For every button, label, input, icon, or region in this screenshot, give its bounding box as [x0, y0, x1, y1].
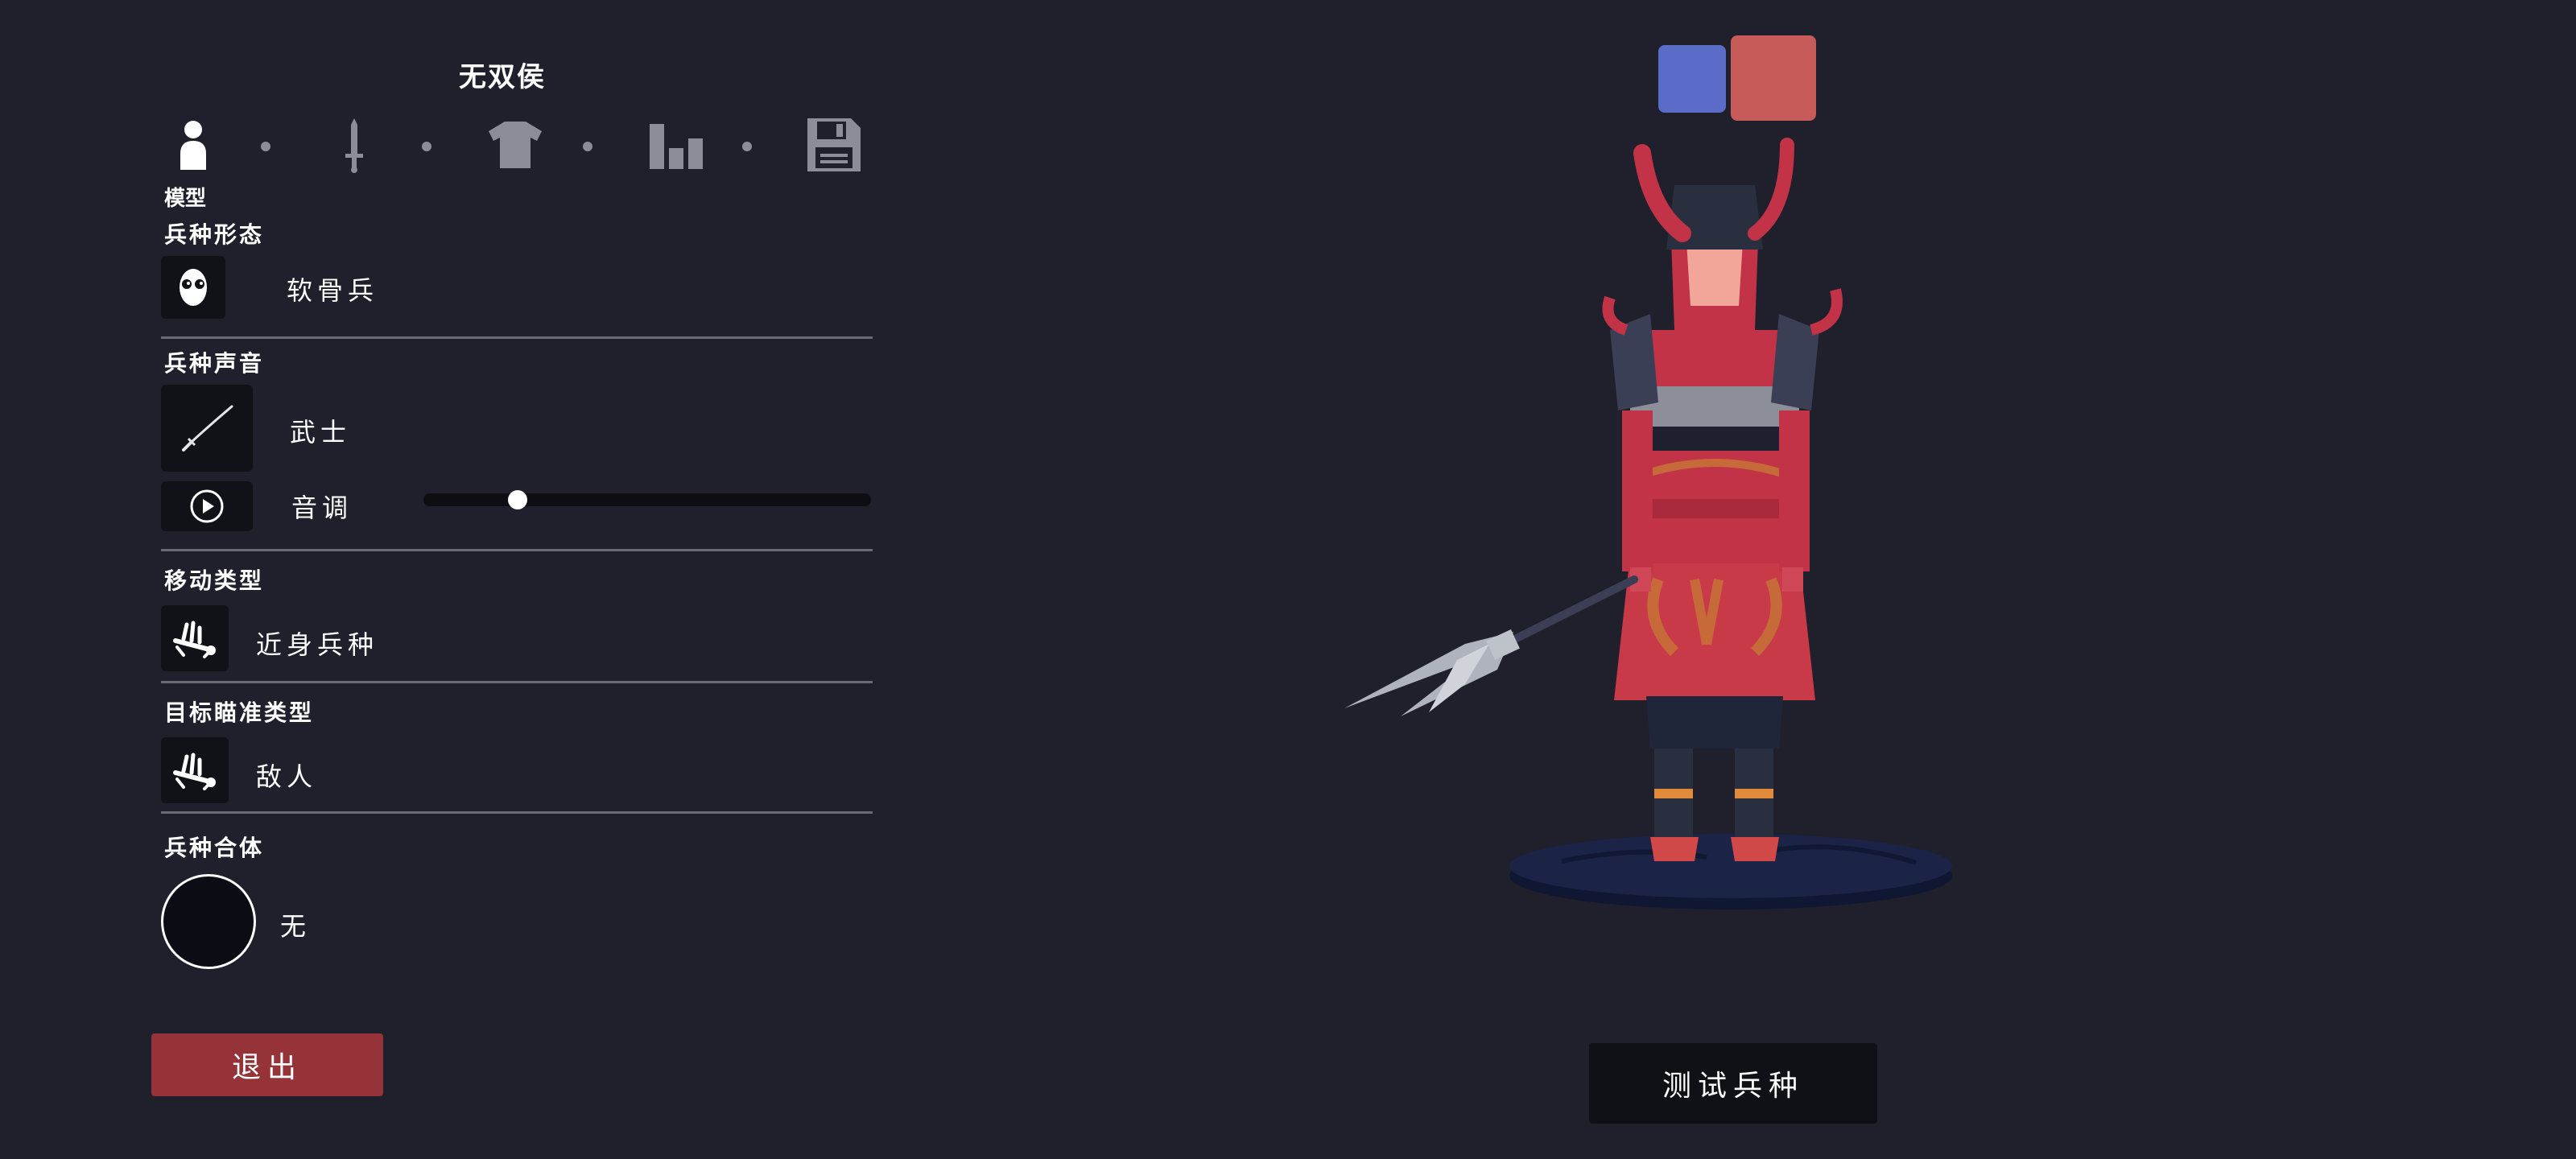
- active-tab-label: 模型: [164, 187, 207, 211]
- tab-separator-dot: [261, 142, 270, 151]
- combine-slot-button[interactable]: [161, 874, 256, 969]
- movement-value[interactable]: 近身兵种: [256, 625, 378, 662]
- movement-icon-button[interactable]: [161, 605, 229, 671]
- tab-separator-dot: [742, 142, 752, 151]
- tab-save[interactable]: [802, 113, 866, 177]
- pitch-slider[interactable]: [423, 493, 871, 506]
- melee-unit-icon: [173, 753, 216, 790]
- mask-face-icon: [180, 269, 207, 306]
- section-divider: [161, 549, 873, 551]
- section-title-targeting: 目标瞄准类型: [164, 699, 315, 726]
- section-divider: [161, 811, 873, 814]
- play-icon: [190, 489, 224, 523]
- pitch-label: 音调: [291, 493, 353, 523]
- form-icon-button[interactable]: [161, 256, 225, 319]
- section-divider: [161, 336, 873, 339]
- tab-separator-dot: [422, 142, 431, 151]
- tab-separator-dot: [583, 142, 592, 151]
- voice-icon-button[interactable]: [161, 385, 253, 472]
- voice-value[interactable]: 武士: [290, 412, 351, 449]
- team-red-swatch[interactable]: [1731, 35, 1816, 121]
- tab-model[interactable]: [161, 113, 225, 177]
- targeting-icon-button[interactable]: [161, 737, 229, 803]
- section-title-voice: 兵种声音: [164, 350, 265, 377]
- test-unit-button[interactable]: 测试兵种: [1589, 1043, 1877, 1124]
- floppy-disk-icon: [807, 118, 861, 171]
- section-title-combine: 兵种合体: [164, 835, 265, 861]
- melee-unit-icon: [173, 621, 216, 658]
- tab-weapons[interactable]: [322, 113, 386, 177]
- pitch-slider-thumb[interactable]: [507, 490, 527, 509]
- team-blue-swatch[interactable]: [1658, 45, 1726, 113]
- unit-preview-model[interactable]: [1224, 129, 1996, 934]
- section-divider: [161, 681, 873, 683]
- bar-chart-icon: [650, 124, 703, 169]
- tab-stats[interactable]: [644, 113, 708, 177]
- exit-button[interactable]: 退出: [151, 1033, 383, 1096]
- section-title-movement: 移动类型: [164, 567, 265, 594]
- targeting-value[interactable]: 敌人: [256, 757, 317, 794]
- katana-icon: [182, 405, 233, 452]
- form-value[interactable]: 软骨兵: [287, 270, 378, 307]
- unit-name-title: 无双侯: [459, 61, 546, 93]
- sword-icon: [345, 118, 363, 173]
- play-voice-button[interactable]: [161, 481, 253, 531]
- shirt-icon: [489, 122, 542, 168]
- section-title-form: 兵种形态: [164, 221, 265, 248]
- combine-value: 无: [280, 911, 312, 942]
- person-icon: [180, 121, 206, 170]
- tab-clothing[interactable]: [483, 113, 547, 177]
